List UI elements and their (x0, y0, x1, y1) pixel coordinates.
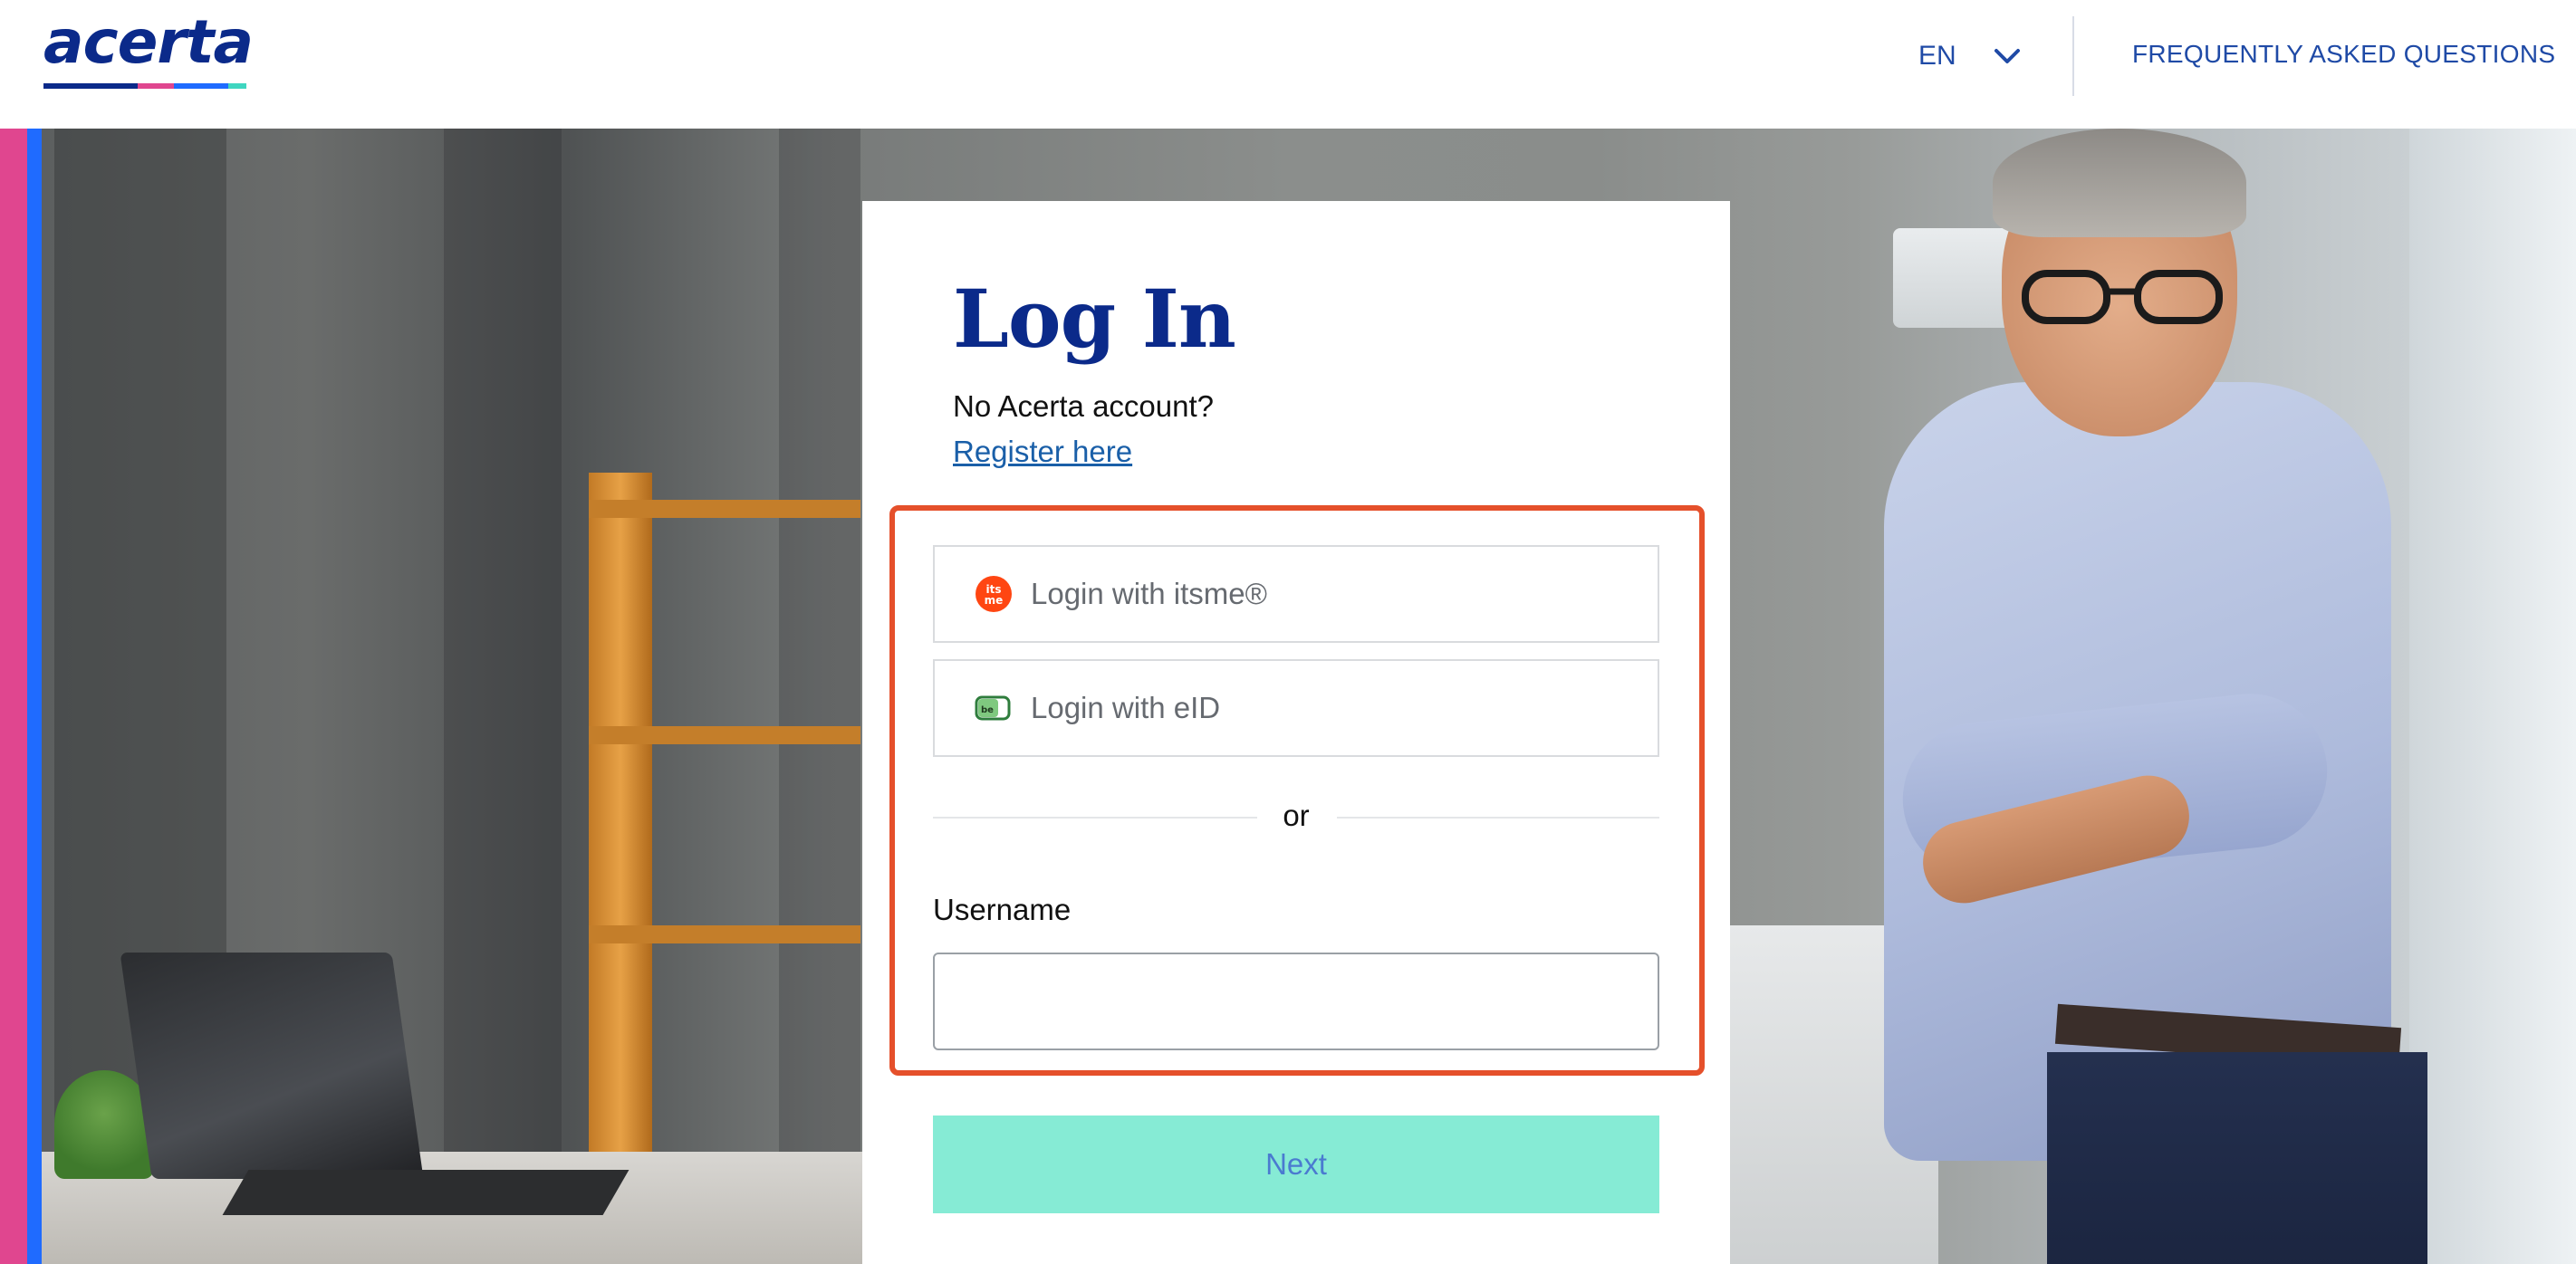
username-label: Username (933, 893, 1072, 926)
shelf-board (589, 726, 860, 744)
smiling-man-photo (1884, 129, 2427, 1264)
chevron-down-icon (1994, 49, 2020, 63)
wall-panel (444, 129, 562, 1264)
laptop-base (222, 1170, 630, 1215)
eid-label: Login with eID (1031, 691, 1221, 724)
login-eid-button[interactable]: be Login with eID (933, 659, 1659, 757)
username-input[interactable] (933, 953, 1659, 1050)
register-link[interactable]: Register here (953, 435, 1132, 469)
or-text: or (1283, 799, 1310, 832)
man-pants (2047, 1052, 2427, 1264)
window (2409, 129, 2576, 1264)
acerta-logo[interactable]: acerta (43, 7, 254, 94)
or-separator: or (933, 799, 1659, 835)
no-account-text: No Acerta account? (953, 389, 1215, 423)
logo-underline-pink (138, 83, 174, 89)
brand-stripe-blue (27, 129, 42, 1264)
brand-stripe-pink (0, 129, 27, 1264)
logo-underline-navy (43, 83, 138, 89)
itsme-label: Login with itsme® (1031, 577, 1267, 610)
glasses-icon (2022, 270, 2223, 324)
header-divider (2072, 16, 2074, 96)
login-itsme-button[interactable]: its me Login with itsme® (933, 545, 1659, 643)
wooden-shelf (589, 473, 652, 1264)
logo-underline-blue (174, 83, 228, 89)
login-card: Log In No Acerta account? Register here … (862, 201, 1730, 1264)
language-selector[interactable]: EN (1918, 33, 2022, 80)
logo-wordmark: acerta (43, 7, 254, 77)
eid-card-icon: be (975, 695, 1011, 721)
shelf-board (589, 925, 860, 943)
shelf-board (589, 500, 860, 518)
faq-link[interactable]: FREQUENTLY ASKED QUESTIONS (2132, 40, 2555, 69)
svg-text:me: me (985, 594, 1004, 607)
top-header: acerta EN FREQUENTLY ASKED QUESTIONS (0, 0, 2576, 129)
wall-panel (779, 129, 860, 1264)
svg-text:be: be (981, 705, 994, 715)
logo-underline-teal (228, 83, 246, 89)
page-title: Log In (953, 272, 1236, 366)
next-button[interactable]: Next (933, 1116, 1659, 1213)
man-hair (1993, 129, 2246, 237)
itsme-icon: its me (976, 576, 1012, 612)
laptop (120, 953, 424, 1179)
language-label: EN (1918, 41, 1956, 71)
